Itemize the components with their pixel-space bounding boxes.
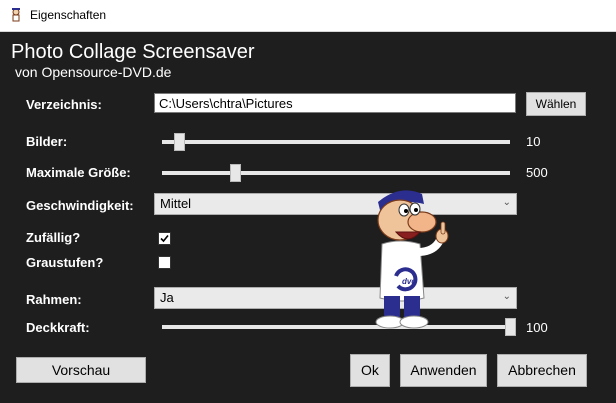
mascot-logo-text: dvd <box>402 277 417 286</box>
dvd-mascot-image: dvd <box>375 190 449 329</box>
slider-thumb[interactable] <box>505 318 516 336</box>
settings-panel: Photo Collage Screensaver von Opensource… <box>0 32 616 403</box>
speed-label: Geschwindigkeit: <box>26 198 134 213</box>
images-slider[interactable] <box>162 132 510 152</box>
screensaver-app-icon <box>9 8 23 23</box>
directory-input[interactable]: C:\Users\chtra\Pictures <box>154 93 516 113</box>
app-title: Photo Collage Screensaver <box>11 41 255 63</box>
grayscale-checkbox[interactable] <box>158 256 171 269</box>
speed-selected-value: Mittel <box>160 196 192 211</box>
speed-select[interactable]: Mittel ⌄ <box>154 193 517 215</box>
frame-select[interactable]: Ja ⌄ <box>154 287 517 309</box>
opacity-value: 100 <box>526 320 548 335</box>
random-checkbox[interactable] <box>158 232 171 245</box>
frame-selected-value: Ja <box>160 290 174 305</box>
chevron-down-icon: ⌄ <box>502 197 511 208</box>
slider-track <box>162 140 510 144</box>
app-subtitle: von Opensource-DVD.de <box>15 64 172 80</box>
window-title: Eigenschaften <box>30 8 107 22</box>
max-size-value: 500 <box>526 165 548 180</box>
title-bar[interactable]: Eigenschaften <box>0 0 616 32</box>
ok-button[interactable]: Ok <box>350 354 390 387</box>
slider-thumb[interactable] <box>174 133 185 151</box>
max-size-label: Maximale Größe: <box>26 165 131 180</box>
preview-button[interactable]: Vorschau <box>16 357 146 383</box>
random-label: Zufällig? <box>26 230 81 245</box>
apply-button[interactable]: Anwenden <box>400 354 487 387</box>
slider-thumb[interactable] <box>230 164 241 182</box>
opacity-label: Deckkraft: <box>26 320 90 335</box>
check-icon <box>160 234 169 243</box>
images-label: Bilder: <box>26 134 68 149</box>
grayscale-label: Graustufen? <box>26 255 104 270</box>
images-value: 10 <box>526 134 541 149</box>
directory-label: Verzeichnis: <box>26 97 102 112</box>
frame-label: Rahmen: <box>26 292 82 307</box>
cancel-button[interactable]: Abbrechen <box>497 354 587 387</box>
slider-track <box>162 171 510 175</box>
choose-directory-button[interactable]: Wählen <box>526 92 586 116</box>
chevron-down-icon: ⌄ <box>502 291 511 302</box>
